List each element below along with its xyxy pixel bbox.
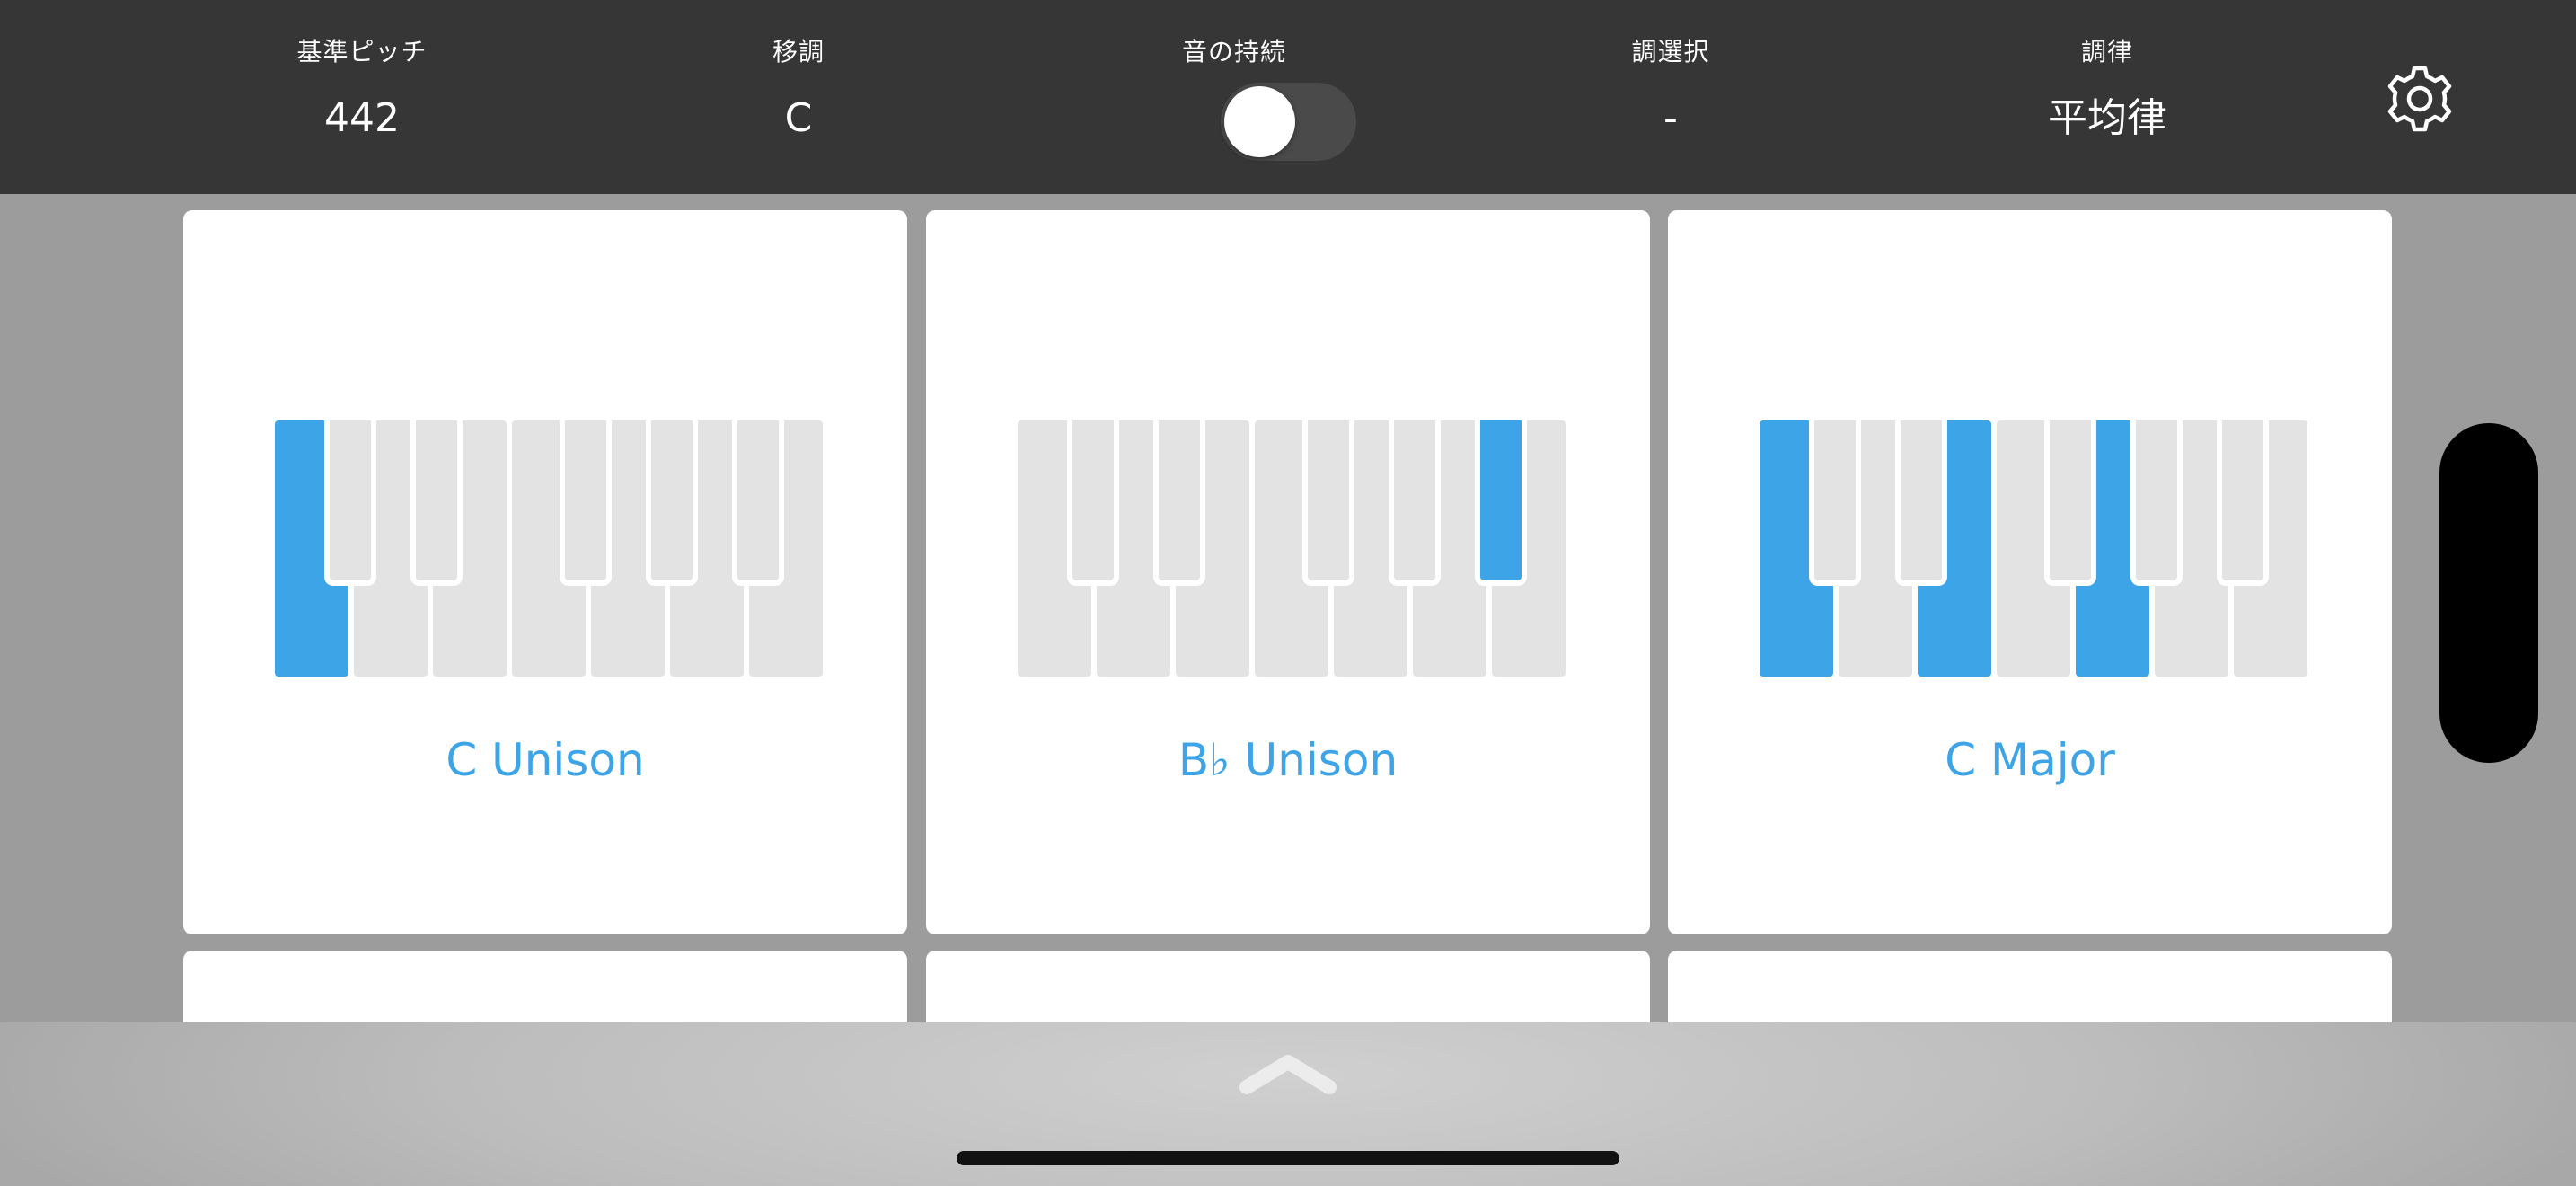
black-key-c-sharp: [324, 420, 376, 586]
chord-card-c-unison[interactable]: C Unison: [183, 210, 907, 934]
chord-card-b-flat-unison[interactable]: B♭ Unison: [926, 210, 1650, 934]
chord-title: B♭ Unison: [1178, 734, 1398, 786]
sustain-toggle[interactable]: [1221, 83, 1356, 161]
transpose-setting[interactable]: 移調 C: [655, 0, 942, 194]
reference-pitch-label: 基準ピッチ: [296, 37, 428, 66]
temperament-value: 平均律: [2048, 95, 2166, 141]
black-key-c-sharp: [1067, 420, 1119, 586]
reference-pitch-value: 442: [324, 95, 400, 141]
side-drag-handle[interactable]: [2439, 423, 2538, 763]
black-key-f-sharp: [560, 420, 612, 586]
chord-card-c-major[interactable]: C Major: [1668, 210, 2392, 934]
chord-card[interactable]: [926, 951, 1650, 1022]
home-indicator: [957, 1151, 1619, 1165]
key-select-value: -: [1663, 95, 1678, 141]
gear-icon[interactable]: [2384, 63, 2456, 135]
transpose-label: 移調: [772, 37, 825, 66]
chord-card[interactable]: [183, 951, 907, 1022]
reference-pitch-setting[interactable]: 基準ピッチ 442: [218, 0, 506, 194]
keyboard-diagram: [1018, 420, 1567, 677]
black-key-a-sharp: [2217, 420, 2269, 586]
chord-card[interactable]: [1668, 951, 2392, 1022]
transpose-value: C: [784, 95, 813, 141]
chord-title: C Unison: [446, 734, 645, 786]
black-key-g-sharp: [1389, 420, 1441, 586]
key-select-setting[interactable]: 調選択 -: [1527, 0, 1814, 194]
black-key-a-sharp: [732, 420, 784, 586]
keyboard-diagram: [275, 420, 825, 677]
black-key-d-sharp: [1153, 420, 1205, 586]
black-key-d-sharp: [1895, 420, 1947, 586]
black-key-g-sharp: [2130, 420, 2183, 586]
black-key-f-sharp: [2044, 420, 2096, 586]
toggle-knob: [1224, 86, 1295, 157]
chord-grid[interactable]: C Unison B♭ Unison C Major: [0, 194, 2576, 1022]
key-select-label: 調選択: [1631, 37, 1710, 66]
top-settings-bar: 基準ピッチ 442 移調 C 音の持続 調選択 - 調律 平均律: [0, 0, 2576, 194]
temperament-setting[interactable]: 調律 平均律: [1963, 0, 2251, 194]
black-key-c-sharp: [1809, 420, 1861, 586]
app-screen: 基準ピッチ 442 移調 C 音の持続 調選択 - 調律 平均律 C Uniso…: [0, 0, 2576, 1186]
black-key-d-sharp: [410, 420, 463, 586]
black-key-b-flat: [1475, 420, 1527, 586]
sustain-setting: 音の持続: [1090, 0, 1378, 194]
chevron-up-icon[interactable]: [1238, 1051, 1338, 1098]
keyboard-diagram: [1760, 420, 2309, 677]
chord-title: C Major: [1945, 734, 2115, 786]
temperament-label: 調律: [2080, 37, 2133, 66]
black-key-g-sharp: [646, 420, 698, 586]
black-key-f-sharp: [1302, 420, 1354, 586]
sustain-label: 音の持続: [1181, 37, 1286, 66]
